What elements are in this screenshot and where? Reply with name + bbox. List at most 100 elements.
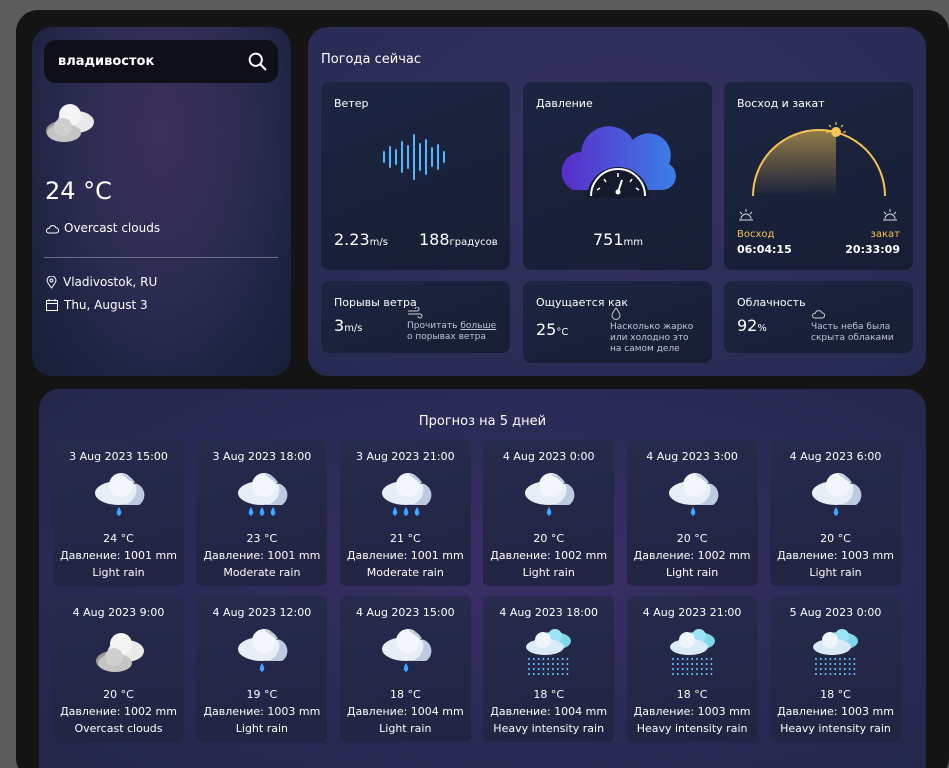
divider: [44, 257, 278, 258]
forecast-description: Light rain: [665, 566, 719, 579]
calendar-icon: [46, 299, 58, 311]
forecast-description: Light rain: [235, 722, 289, 735]
light-rain-icon: [381, 629, 432, 672]
cloudiness-card: Облачность 92% Часть неба была скрыта об…: [724, 281, 913, 353]
search-icon[interactable]: [247, 51, 268, 72]
cloudiness-value: 92%: [737, 316, 767, 335]
forecast-time: 5 Aug 2023 0:00: [789, 606, 882, 619]
forecast-card: 4 Aug 2023 6:00 20 °C Давление: 1003 mm Lig…: [770, 440, 901, 586]
forecast-pressure: Давление: 1003 mm: [633, 705, 751, 718]
light-rain-icon: [812, 473, 862, 516]
pressure-value: 751mm: [593, 230, 643, 249]
search-bar: [44, 40, 278, 83]
forecast-temperature: 20 °C: [820, 532, 851, 545]
forecast-pressure: Давление: 1003 mm: [203, 705, 321, 718]
cloudiness-title: Облачность: [737, 296, 806, 309]
forecast-description: Heavy intensity rain: [493, 722, 605, 735]
gust-unit: m/s: [344, 323, 363, 334]
forecast-temperature: 18 °C: [676, 688, 708, 701]
wind-direction-value: 188: [419, 230, 450, 249]
gust-title: Порывы ветра: [334, 296, 417, 309]
forecast-temperature: 18 °C: [389, 688, 421, 701]
forecast-time: 4 Aug 2023 18:00: [499, 606, 599, 619]
app-window: 24 °C Overcast clouds Vladivostok, RU Th…: [16, 10, 949, 768]
feels-note: Насколько жарко или холодно это на самом…: [610, 322, 694, 354]
read-more-link[interactable]: больше: [460, 321, 496, 331]
current-condition: Overcast clouds: [45, 221, 160, 235]
forecast-description: Light rain: [379, 722, 432, 735]
forecast-pressure: Давление: 1002 mm: [633, 549, 751, 562]
sunset-icon: [883, 209, 897, 221]
date: Thu, August 3: [46, 298, 148, 312]
heavy-rain-icon: [669, 629, 715, 675]
forecast-pressure: Давление: 1003 mm: [777, 705, 894, 718]
wind-card: Ветер 2.23m/s 188градусов: [321, 82, 510, 270]
wind-direction: 188градусов: [419, 230, 498, 249]
forecast-description: Moderate rain: [366, 566, 444, 579]
city-search-input[interactable]: [58, 40, 238, 83]
wind-title: Ветер: [334, 97, 369, 110]
cloudiness-note: Часть неба была скрыта облаками: [811, 322, 894, 343]
gust-note-text: Прочитать: [407, 321, 461, 331]
light-rain-icon: [525, 473, 575, 516]
feels-unit: °C: [556, 327, 569, 338]
gust-card: Порывы ветра 3m/s Прочитать больше о поры…: [321, 281, 510, 353]
feels-like-card: Ощущается как 25°C Насколько жарко или х…: [523, 281, 712, 363]
forecast-title: Прогноз на 5 дней: [418, 414, 547, 429]
wind-gust-icon: [408, 307, 423, 319]
forecast-card: 4 Aug 2023 3:00 20 °C Давление: 1002 mm Lig…: [626, 440, 758, 586]
forecast-time: 3 Aug 2023 18:00: [212, 450, 312, 463]
heavy-rain-icon: [526, 629, 572, 675]
cloud-icon: [46, 224, 59, 233]
weather-now-panel: Погода сейчас Ветер 2.23m/s 188градусов …: [308, 27, 926, 376]
wind-direction-unit: градусов: [449, 237, 498, 248]
sun-title: Восход и закат: [737, 97, 825, 110]
forecast-card: 3 Aug 2023 15:00 24 °C Давление: 1001 mm Li…: [53, 440, 184, 586]
gust-note-text-2: о порывах ветра: [407, 332, 486, 342]
forecast-pressure: Давление: 1001 mm: [203, 549, 321, 562]
forecast-pressure: Давление: 1004 mm: [490, 705, 608, 718]
forecast-panel: Прогноз на 5 дней 3 Aug 2023 15:00 24 °C Д…: [39, 389, 926, 768]
forecast-description: Moderate rain: [223, 566, 301, 579]
sunrise-label: Восход: [737, 229, 775, 240]
pressure-gauge-icon: [561, 126, 676, 198]
forecast-temperature: 24 °C: [103, 532, 134, 545]
forecast-time: 4 Aug 2023 15:00: [355, 606, 455, 619]
forecast-card: 3 Aug 2023 21:00 21 °C Давление: 1001 mm Mo…: [339, 440, 471, 586]
wind-speed-unit: m/s: [369, 237, 388, 248]
moderate-rain-icon: [381, 473, 432, 516]
sunrise-time: 06:04:15: [737, 243, 792, 256]
wind-speed: 2.23m/s: [334, 230, 388, 249]
forecast-pressure: Давление: 1003 mm: [777, 549, 894, 562]
forecast-time: 4 Aug 2023 3:00: [646, 450, 738, 463]
pressure-number: 751: [593, 230, 624, 249]
forecast-time: 4 Aug 2023 0:00: [502, 450, 595, 463]
current-temperature: 24 °C: [45, 177, 112, 205]
forecast-temperature: 18 °C: [533, 688, 565, 701]
forecast-pressure: Давление: 1002 mm: [490, 549, 608, 562]
forecast-card: 4 Aug 2023 12:00 19 °C Давление: 1003 mm Li…: [196, 596, 328, 742]
overcast-clouds-icon: [46, 104, 94, 142]
forecast-time: 4 Aug 2023 6:00: [789, 450, 882, 463]
thermometer-drop-icon: [611, 307, 621, 320]
forecast-pressure: Давление: 1002 mm: [60, 705, 177, 718]
gust-number: 3: [334, 316, 345, 335]
forecast-card: 5 Aug 2023 0:00 18 °C Давление: 1003 mm Hea…: [770, 596, 901, 742]
condition-text: Overcast clouds: [64, 221, 161, 235]
overcast-icon: [96, 633, 144, 672]
forecast-time: 3 Aug 2023 21:00: [355, 450, 455, 463]
forecast-card: 4 Aug 2023 21:00 18 °C Давление: 1003 mm He…: [626, 596, 758, 742]
forecast-temperature: 20 °C: [103, 688, 134, 701]
location-pin-icon: [46, 275, 57, 289]
cloudiness-number: 92: [737, 316, 758, 335]
sunset-label: закат: [870, 229, 900, 240]
gust-note: Прочитать больше о порывах ветра: [407, 321, 496, 343]
forecast-pressure: Давление: 1004 mm: [346, 705, 464, 718]
forecast-pressure: Давление: 1001 mm: [60, 549, 177, 562]
location: Vladivostok, RU: [46, 275, 157, 289]
light-rain-icon: [95, 473, 145, 516]
forecast-description: Overcast clouds: [74, 722, 163, 735]
feels-value: 25°C: [536, 320, 568, 339]
heavy-rain-icon: [813, 629, 858, 675]
cloud-icon: [812, 310, 825, 319]
